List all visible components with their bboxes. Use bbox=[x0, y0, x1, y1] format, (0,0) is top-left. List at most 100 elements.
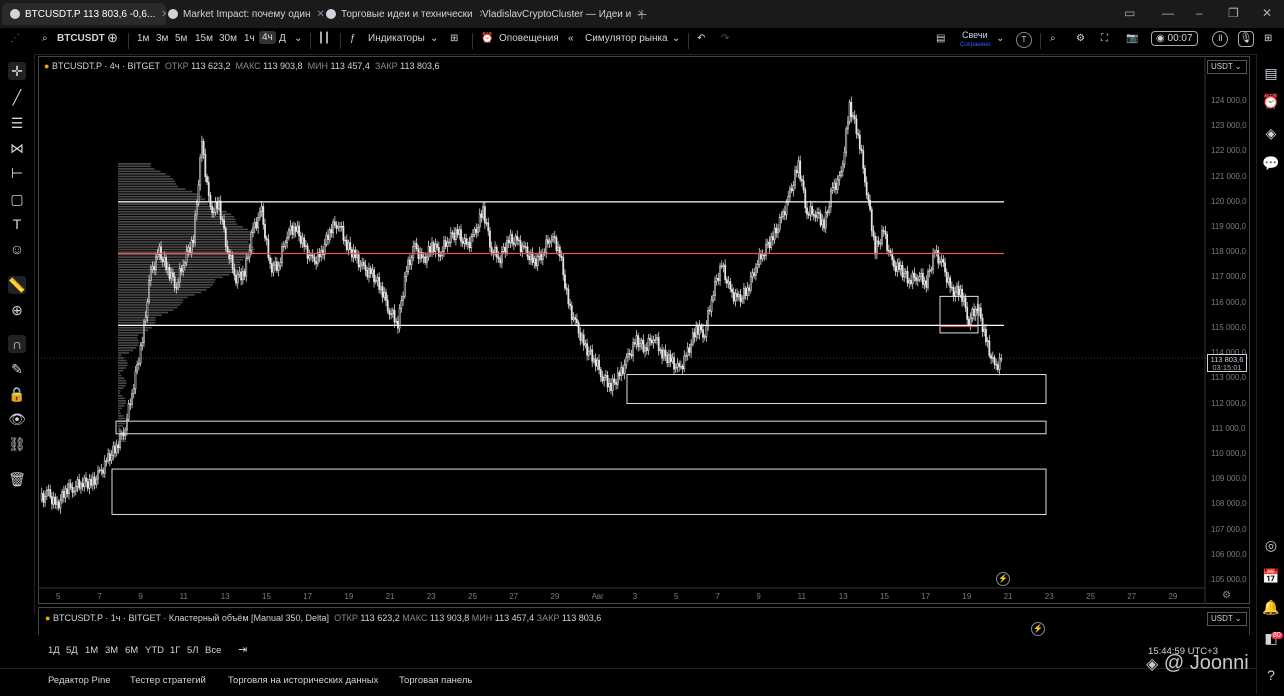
candle-body bbox=[296, 225, 299, 232]
candle-body bbox=[915, 276, 917, 281]
candle-body bbox=[816, 212, 819, 218]
range-all[interactable]: Все bbox=[205, 645, 221, 656]
volume-profile-bar bbox=[118, 180, 176, 183]
tab-replay-trading[interactable]: Торговля на исторических данных bbox=[228, 675, 378, 686]
candle-body bbox=[224, 228, 227, 247]
candle-body bbox=[100, 469, 103, 472]
volume-profile-bar bbox=[118, 289, 207, 291]
candle-body bbox=[502, 246, 505, 252]
volume-profile-bar bbox=[118, 258, 244, 261]
candle-body bbox=[166, 267, 169, 271]
candle-body bbox=[990, 355, 992, 359]
candle-body bbox=[473, 228, 476, 236]
volume-profile-bar bbox=[118, 163, 151, 165]
range-1y[interactable]: 1Г bbox=[170, 645, 180, 656]
candle-body bbox=[939, 261, 941, 264]
currency-select[interactable]: USDT ⌄ bbox=[1207, 612, 1247, 626]
candle-body bbox=[313, 257, 316, 262]
candle-body bbox=[656, 337, 658, 340]
candle-body bbox=[637, 335, 640, 348]
volume-profile-bar bbox=[118, 349, 134, 352]
candle-body bbox=[509, 234, 512, 244]
watermark: ◈ @ Joonni bbox=[1146, 652, 1249, 674]
candle-body bbox=[560, 255, 563, 258]
candle-body bbox=[966, 307, 969, 320]
candle-body bbox=[451, 232, 454, 234]
volume-profile-bar bbox=[118, 309, 174, 311]
price-tick-label: 118 000,0 bbox=[1211, 247, 1246, 257]
currency-select[interactable]: USDT ⌄ bbox=[1207, 60, 1247, 74]
candle-body bbox=[182, 265, 185, 272]
range-6m[interactable]: 6М bbox=[125, 645, 138, 656]
candle-body bbox=[437, 247, 440, 257]
candle-body bbox=[558, 246, 561, 257]
candle-body bbox=[574, 317, 577, 320]
settings-icon[interactable]: ⚙ bbox=[1222, 590, 1231, 601]
volume-profile-bar bbox=[118, 357, 125, 359]
candle-body bbox=[841, 163, 844, 172]
tab-pine-editor[interactable]: Редактор Pine bbox=[48, 675, 111, 686]
symbol-logo-icon: ● bbox=[45, 613, 51, 623]
volume-profile-bar bbox=[118, 286, 211, 289]
candle-body bbox=[940, 259, 943, 262]
candle-body bbox=[613, 378, 616, 383]
candle-body bbox=[373, 269, 375, 283]
candle-body bbox=[105, 460, 108, 462]
candle-body bbox=[368, 268, 370, 278]
volume-profile-bar bbox=[118, 165, 151, 168]
candle-body bbox=[893, 259, 895, 267]
candle-body bbox=[947, 277, 950, 283]
volume-profile-bar bbox=[118, 331, 144, 334]
price-tick-label: 124 000,0 bbox=[1211, 96, 1247, 105]
candle-body bbox=[548, 241, 551, 244]
range-ytd[interactable]: YTD bbox=[145, 645, 164, 656]
candle-body bbox=[61, 491, 64, 501]
lightning-icon[interactable]: ⚡ bbox=[996, 572, 1010, 586]
range-1m[interactable]: 1М bbox=[85, 645, 98, 656]
candle-body bbox=[891, 253, 894, 261]
candle-body bbox=[811, 206, 814, 215]
candle-body bbox=[436, 243, 439, 248]
time-tick-label: 21 bbox=[1003, 592, 1013, 601]
tab-trading-panel[interactable]: Торговая панель bbox=[399, 675, 472, 686]
candle-body bbox=[829, 190, 832, 208]
candle-body bbox=[207, 181, 210, 196]
candle-body bbox=[720, 265, 723, 268]
pane2-legend[interactable]: BTCUSDT.P · 1ч · BITGET · Кластерный объ… bbox=[53, 613, 329, 623]
candle-body bbox=[668, 354, 670, 364]
cluster-volume-pane[interactable]: ● BTCUSDT.P · 1ч · BITGET · Кластерный о… bbox=[38, 607, 1250, 636]
candle-body bbox=[400, 300, 403, 309]
candle-body bbox=[766, 241, 769, 245]
candle-body bbox=[189, 247, 191, 253]
candle-body bbox=[877, 240, 880, 244]
candle-body bbox=[432, 242, 435, 252]
candle-body bbox=[472, 234, 474, 237]
chart-canvas[interactable] bbox=[0, 0, 1284, 695]
candle-body bbox=[920, 272, 923, 277]
range-5d[interactable]: 5Д bbox=[66, 645, 78, 656]
candle-body bbox=[325, 234, 328, 245]
legend-symbol[interactable]: BTCUSDT.P · 4ч · BITGET bbox=[52, 61, 160, 71]
tab-strategy-tester[interactable]: Тестер стратегий bbox=[130, 675, 206, 686]
time-tick-label: 27 bbox=[1127, 592, 1137, 601]
volume-profile-bar bbox=[118, 185, 179, 188]
candle-body bbox=[661, 349, 664, 359]
candle-body bbox=[594, 358, 597, 367]
candle-body bbox=[603, 376, 606, 382]
candle-body bbox=[465, 238, 468, 245]
range-5y[interactable]: 5Л bbox=[187, 645, 199, 656]
candle-body bbox=[204, 154, 207, 177]
candle-body bbox=[90, 478, 93, 486]
candle-body bbox=[794, 170, 796, 186]
range-3m[interactable]: 3М bbox=[105, 645, 118, 656]
volume-profile-bar bbox=[118, 384, 126, 387]
candle-body bbox=[153, 265, 156, 271]
candle-body bbox=[823, 219, 825, 229]
candle-body bbox=[328, 229, 331, 240]
lightning-icon[interactable]: ⚡ bbox=[1031, 622, 1045, 636]
candle-body bbox=[795, 170, 798, 173]
candle-body bbox=[187, 247, 190, 252]
volume-profile-bar bbox=[118, 294, 195, 296]
goto-date-icon[interactable]: ⇥ bbox=[238, 643, 247, 656]
range-1d[interactable]: 1Д bbox=[48, 645, 60, 656]
